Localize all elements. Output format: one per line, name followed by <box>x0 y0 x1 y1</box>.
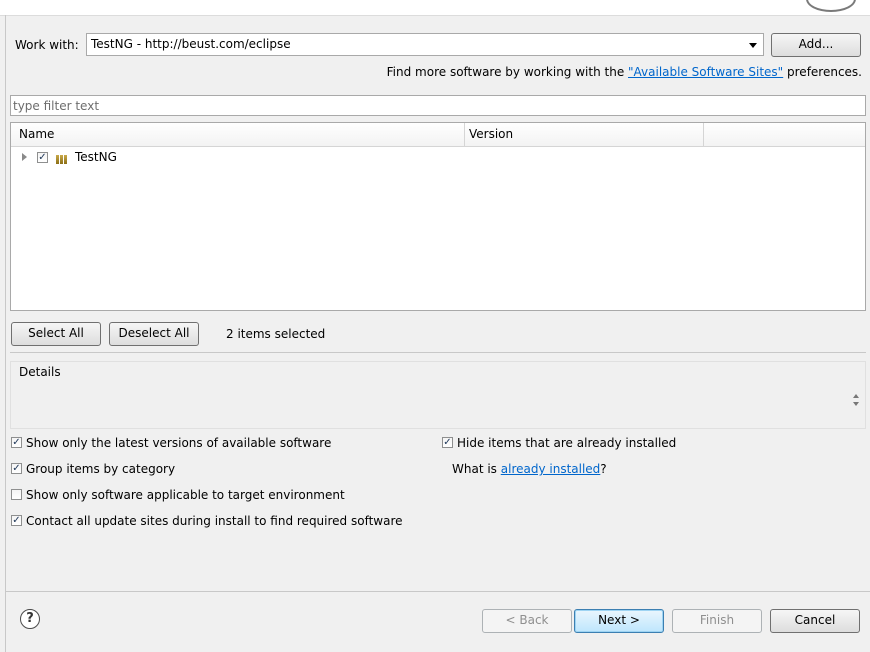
available-software-sites-link[interactable]: "Available Software Sites" <box>628 65 783 79</box>
work-with-label: Work with: <box>15 38 79 52</box>
what-is-suffix: ? <box>600 462 607 476</box>
chevron-down-icon[interactable] <box>749 43 757 48</box>
column-divider[interactable] <box>464 123 465 146</box>
expand-arrow-icon[interactable] <box>22 153 27 161</box>
finish-button[interactable]: Finish <box>672 609 762 633</box>
select-all-button[interactable]: Select All <box>11 322 101 346</box>
scroll-up-icon[interactable] <box>853 394 859 398</box>
help-icon[interactable]: ? <box>20 609 40 629</box>
filter-box <box>10 95 866 116</box>
filter-input[interactable] <box>13 97 853 114</box>
table-row[interactable]: ✓ TestNG <box>11 148 865 166</box>
details-title: Details <box>19 365 61 379</box>
group-by-category-checkbox[interactable]: ✓ <box>11 463 22 474</box>
latest-versions-label[interactable]: Show only the latest versions of availab… <box>26 436 331 450</box>
what-is-installed-text: What is already installed? <box>452 462 607 476</box>
deselect-all-button[interactable]: Deselect All <box>109 322 199 346</box>
latest-versions-checkbox[interactable]: ✓ <box>11 437 22 448</box>
selection-status: 2 items selected <box>226 327 326 341</box>
details-panel: Details <box>10 361 866 429</box>
target-environment-checkbox[interactable] <box>11 489 22 500</box>
title-strip <box>0 0 870 16</box>
find-more-suffix: preferences. <box>783 65 862 79</box>
contact-sites-checkbox[interactable]: ✓ <box>11 515 22 526</box>
left-border <box>5 15 6 652</box>
divider <box>10 352 866 353</box>
target-environment-label[interactable]: Show only software applicable to target … <box>26 488 345 502</box>
hide-installed-checkbox[interactable]: ✓ <box>442 437 453 448</box>
feature-category-icon <box>56 153 70 164</box>
table-header: Name Version <box>11 123 865 147</box>
hide-installed-label[interactable]: Hide items that are already installed <box>457 436 676 450</box>
column-header-name[interactable]: Name <box>19 127 54 141</box>
next-button[interactable]: Next > <box>574 609 664 633</box>
column-header-version[interactable]: Version <box>469 127 513 141</box>
scroll-down-icon[interactable] <box>853 402 859 406</box>
work-with-value: TestNG - http://beust.com/eclipse <box>91 37 291 51</box>
find-more-text: Find more software by working with the "… <box>387 65 862 79</box>
find-more-prefix: Find more software by working with the <box>386 65 629 79</box>
add-site-button[interactable]: Add... <box>771 33 861 57</box>
row-name: TestNG <box>75 150 117 164</box>
group-by-category-label[interactable]: Group items by category <box>26 462 175 476</box>
back-button[interactable]: < Back <box>482 609 572 633</box>
software-table: Name Version ✓ TestNG <box>10 122 866 311</box>
what-is-prefix: What is <box>452 462 501 476</box>
row-checkbox[interactable]: ✓ <box>37 152 48 163</box>
work-with-combo[interactable]: TestNG - http://beust.com/eclipse <box>86 33 764 56</box>
already-installed-link[interactable]: already installed <box>501 462 601 476</box>
contact-sites-label[interactable]: Contact all update sites during install … <box>26 514 403 528</box>
cancel-button[interactable]: Cancel <box>770 609 860 633</box>
column-divider[interactable] <box>703 123 704 146</box>
footer-divider <box>5 591 870 592</box>
